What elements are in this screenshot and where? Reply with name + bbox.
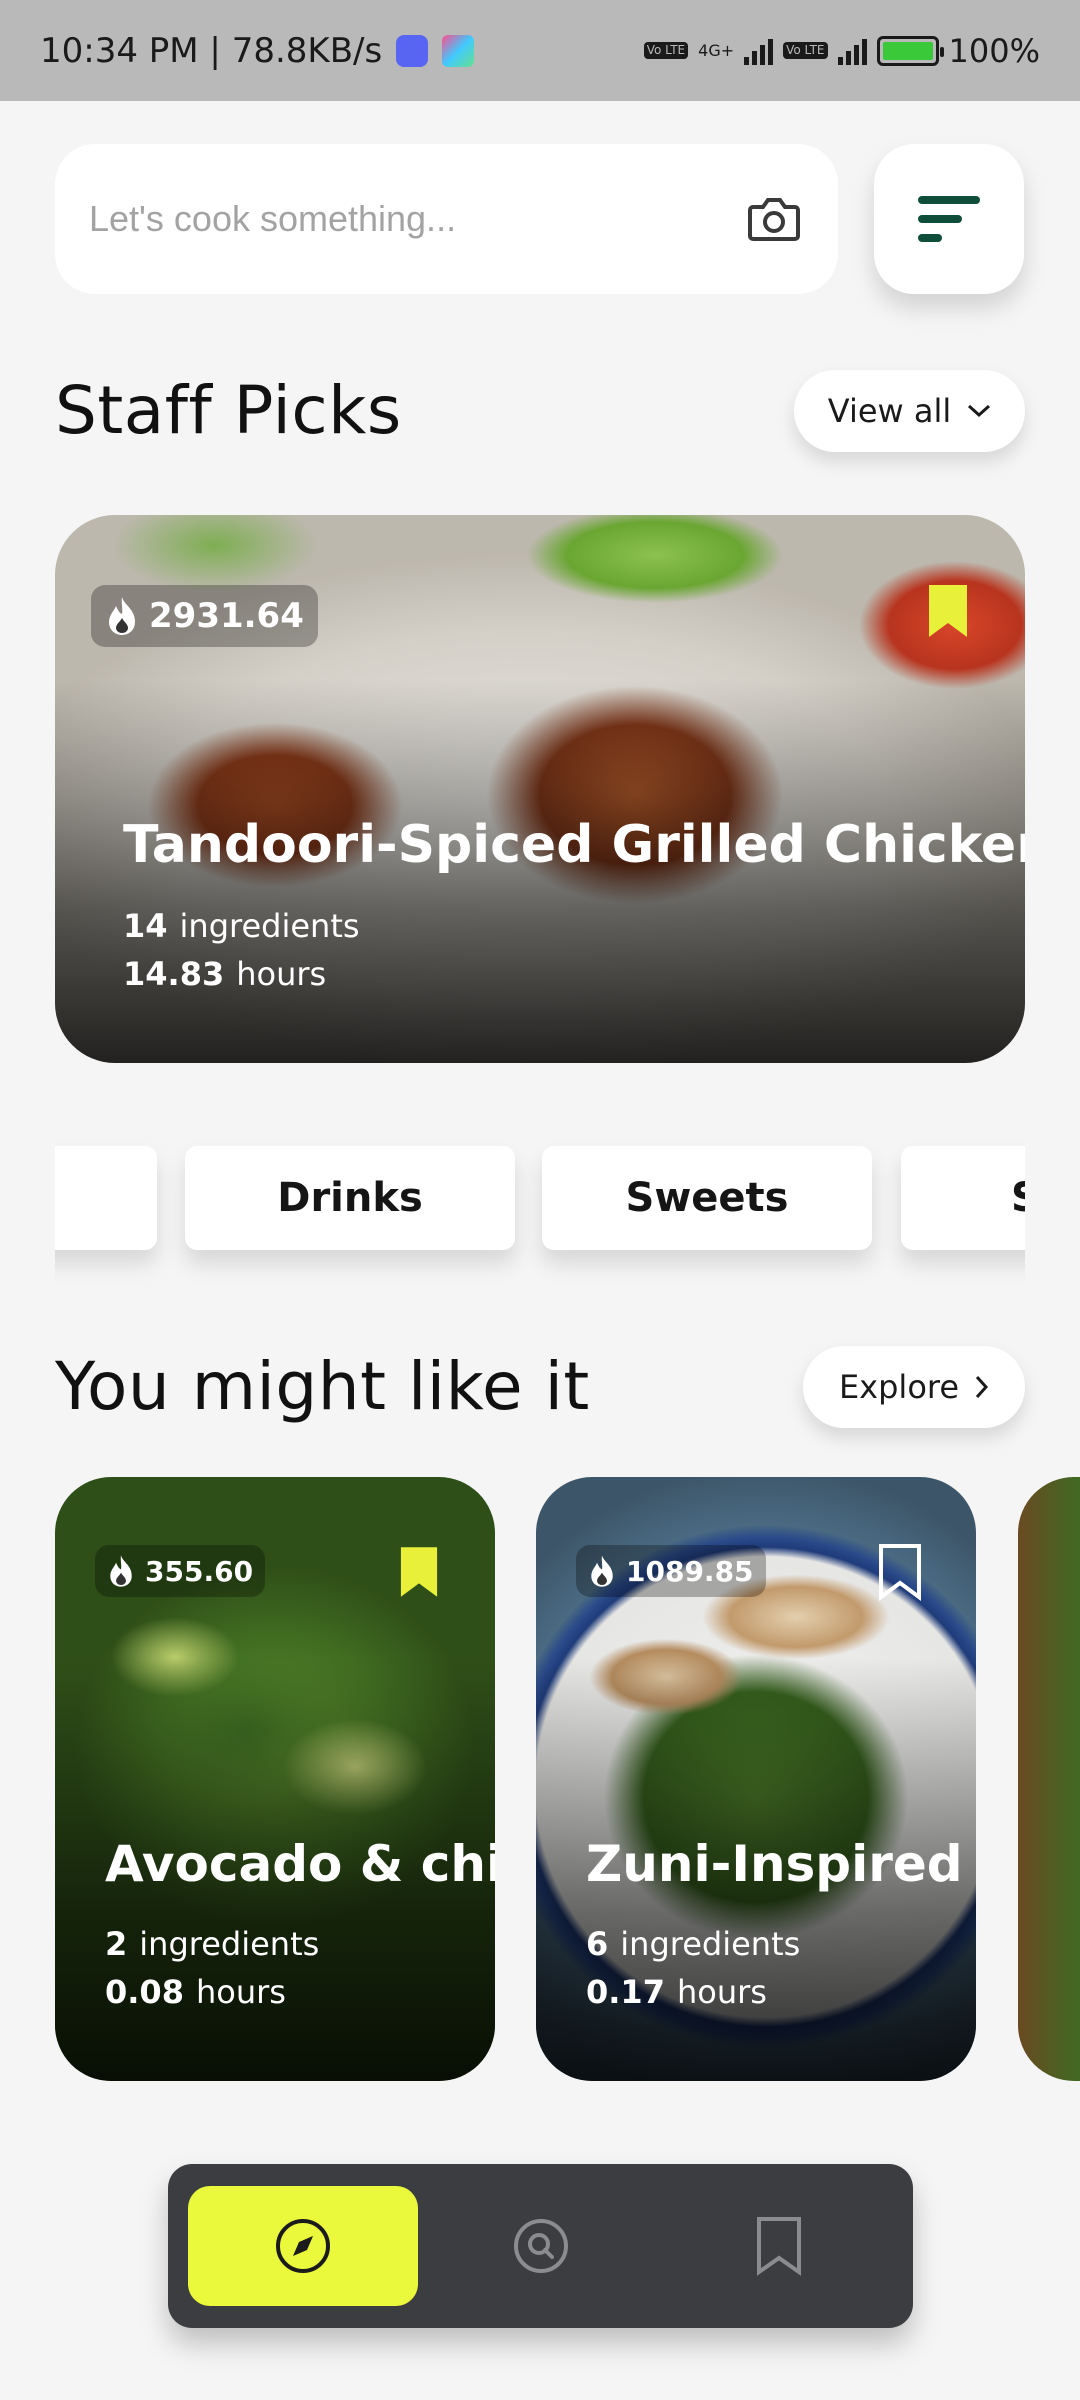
search-bar [55, 144, 838, 294]
flame-icon [110, 1555, 132, 1587]
signal-icon [744, 37, 774, 65]
ingredients-count: 2 [105, 1925, 128, 1963]
app-notification-icon [442, 34, 475, 67]
nav-discover[interactable] [188, 2186, 418, 2306]
calories-badge: 355.60 [95, 1545, 266, 1597]
ingredients-label: ingredients [179, 907, 360, 945]
compass-icon [276, 2219, 330, 2273]
you-might-like-title: You might like it [55, 1348, 590, 1425]
bookmark-icon [757, 2217, 801, 2276]
network-type: 4G+ [698, 41, 735, 60]
camera-button[interactable] [744, 189, 804, 249]
ingredients-label: ingredients [139, 1925, 320, 1963]
duration-info: 0.17 hours [586, 1973, 767, 2011]
duration-label: hours [676, 1973, 767, 2011]
calories-value: 1089.85 [626, 1554, 754, 1588]
status-left: 10:34 PM | 78.8KB/s [40, 30, 475, 71]
duration-info: 14.83 hours [123, 955, 326, 993]
duration-value: 0.08 [105, 1973, 184, 2011]
calories-badge: 2931.64 [91, 585, 318, 647]
recipe-card[interactable]: 1089.85 Zuni-Inspired Gr 6 ingredients 0… [536, 1477, 976, 2081]
recipe-image [1018, 1477, 1080, 2081]
calories-badge: 1089.85 [576, 1545, 766, 1597]
featured-recipe-card[interactable]: 2931.64 Tandoori-Spiced Grilled Chicken … [55, 515, 1025, 1063]
bookmark-filled-icon[interactable] [927, 583, 969, 639]
category-chip[interactable]: S [901, 1146, 1025, 1250]
explore-button[interactable]: Explore [803, 1346, 1025, 1428]
volte-icon-2: Vo LTE [783, 42, 828, 59]
staff-picks-title: Staff Picks [55, 372, 402, 449]
duration-info: 0.08 hours [105, 1973, 286, 2011]
view-all-button[interactable]: View all [794, 370, 1025, 452]
category-chip-drinks[interactable]: Drinks [185, 1146, 515, 1250]
ingredients-count: 6 [586, 1925, 609, 1963]
volte-icon: Vo LTE [643, 42, 689, 59]
camera-icon [748, 198, 800, 241]
explore-label: Explore [838, 1368, 960, 1406]
search-input[interactable] [89, 198, 689, 240]
nav-search[interactable] [426, 2186, 656, 2306]
discord-icon [396, 34, 429, 67]
bottom-navigation [168, 2164, 913, 2328]
view-all-label: View all [827, 392, 952, 430]
search-icon [514, 2219, 568, 2273]
category-strip[interactable]: rse Drinks Sweets S [55, 1130, 1025, 1300]
duration-value: 0.17 [586, 1973, 665, 2011]
filter-menu-button[interactable] [874, 144, 1024, 294]
flame-icon [591, 1555, 613, 1587]
chevron-right-icon [975, 1375, 989, 1399]
calories-value: 355.60 [145, 1554, 254, 1588]
duration-label: hours [195, 1973, 286, 2011]
ingredients-info: 6 ingredients [586, 1925, 800, 1963]
signal-icon-2 [837, 37, 867, 65]
status-time-speed: 10:34 PM | 78.8KB/s [40, 30, 383, 71]
category-chip[interactable]: rse [55, 1146, 157, 1250]
duration-value: 14.83 [123, 955, 225, 993]
recipe-card[interactable] [1018, 1477, 1080, 2081]
duration-label: hours [236, 955, 327, 993]
chevron-down-icon [968, 404, 991, 418]
nav-bookmarks[interactable] [664, 2186, 894, 2306]
flame-icon [109, 597, 135, 635]
bookmark-filled-icon[interactable] [399, 1545, 439, 1599]
ingredients-label: ingredients [620, 1925, 801, 1963]
category-chip-sweets[interactable]: Sweets [542, 1146, 872, 1250]
filter-lines-icon [918, 196, 980, 242]
ingredients-count: 14 [123, 907, 168, 945]
bookmark-outline-icon[interactable] [878, 1543, 922, 1601]
battery-charging-icon [876, 35, 944, 66]
featured-recipe-title: Tandoori-Spiced Grilled Chicken [123, 815, 1025, 875]
ingredients-info: 2 ingredients [105, 1925, 319, 1963]
recipe-title: Avocado & chill [105, 1835, 495, 1893]
recipe-card[interactable]: 355.60 Avocado & chill 2 ingredients 0.0… [55, 1477, 495, 2081]
recipe-title: Zuni-Inspired Gr [586, 1835, 976, 1893]
calories-value: 2931.64 [149, 596, 304, 636]
status-bar: 10:34 PM | 78.8KB/s Vo LTE 4G+ Vo LTE 10… [0, 0, 1080, 101]
status-right: Vo LTE 4G+ Vo LTE 100% [643, 31, 1040, 70]
ingredients-info: 14 ingredients [123, 907, 360, 945]
battery-level: 100% [948, 31, 1040, 70]
